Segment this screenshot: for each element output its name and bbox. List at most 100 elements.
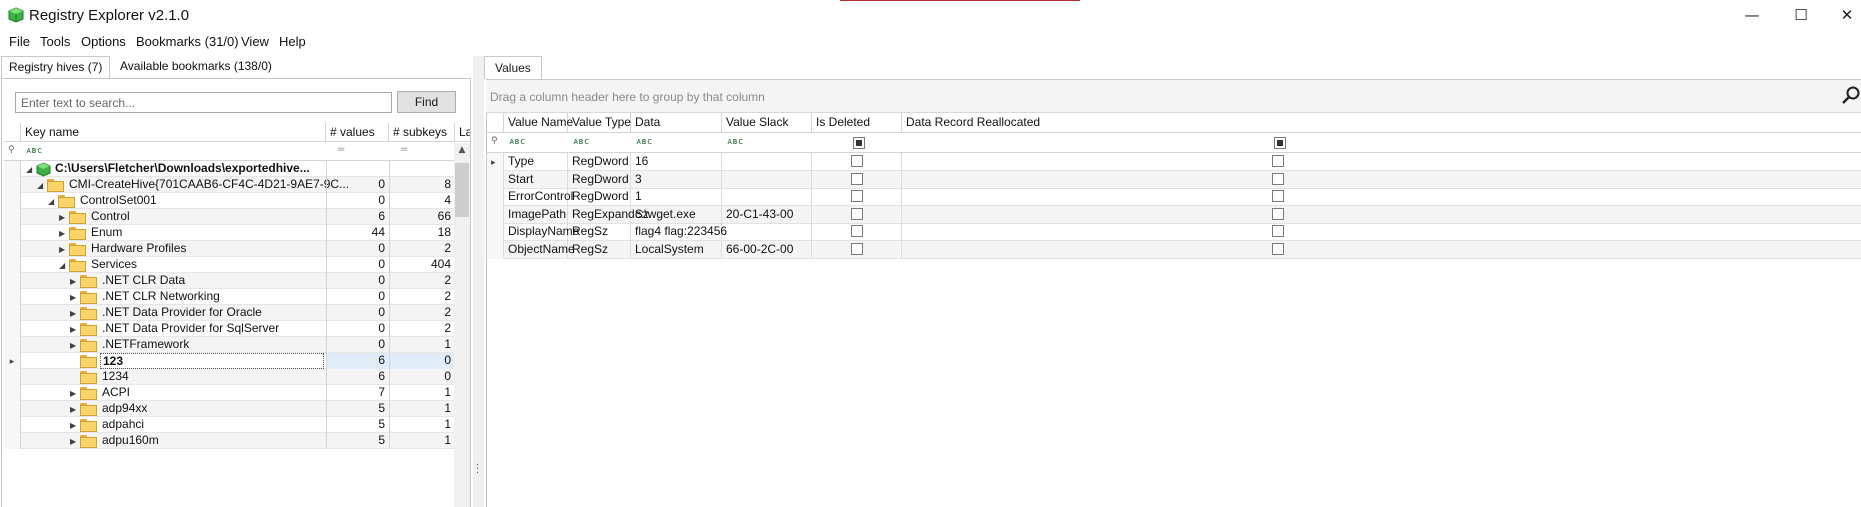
reallocated-checkbox[interactable] xyxy=(1272,207,1284,220)
text-filter-icon[interactable]: ᴀʙc xyxy=(509,137,525,147)
tree-row[interactable]: ▶ Control 6 66 xyxy=(4,209,454,225)
scroll-up-icon[interactable]: ▲ xyxy=(454,145,470,155)
value-row[interactable]: ▸ Type RegDword 16 xyxy=(487,153,1861,171)
expand-arrow-icon[interactable]: ▶ xyxy=(70,277,78,286)
tab-values[interactable]: Values xyxy=(484,56,542,79)
tree-row[interactable]: ▶ .NET CLR Data 0 2 xyxy=(4,273,454,289)
tree-row[interactable]: ▶ Hardware Profiles 0 2 xyxy=(4,241,454,257)
column-value-type[interactable]: Value Type xyxy=(568,113,631,133)
is-deleted-filter-checkbox[interactable] xyxy=(853,137,865,149)
text-filter-icon[interactable]: ᴀʙc xyxy=(26,146,42,156)
row-selector[interactable] xyxy=(4,321,21,337)
tree-vertical-scrollbar[interactable]: ▲ xyxy=(454,143,470,507)
value-row[interactable]: DisplayName RegSz flag4 flag:223456 xyxy=(487,223,1861,242)
row-selector[interactable] xyxy=(487,241,504,259)
is-deleted-checkbox[interactable] xyxy=(851,207,863,220)
is-deleted-checkbox[interactable] xyxy=(851,155,863,167)
equals-filter-icon[interactable]: = xyxy=(400,144,408,155)
expand-arrow-icon[interactable]: ▶ xyxy=(70,293,78,302)
row-selector[interactable] xyxy=(4,433,21,449)
row-selector[interactable] xyxy=(4,417,21,433)
is-deleted-checkbox[interactable] xyxy=(851,190,863,203)
expand-arrow-icon[interactable]: ▶ xyxy=(59,213,67,222)
expand-arrow-icon[interactable]: ▶ xyxy=(59,245,67,254)
maximize-button[interactable]: ☐ xyxy=(1778,0,1824,31)
is-deleted-checkbox[interactable] xyxy=(851,243,863,255)
row-selector[interactable] xyxy=(4,385,21,401)
row-selector[interactable] xyxy=(4,241,21,257)
tree-row[interactable]: ◢ ControlSet001 0 4 xyxy=(4,193,454,209)
column-value-name[interactable]: Value Name xyxy=(504,113,573,133)
row-selector[interactable] xyxy=(4,193,21,209)
column-data[interactable]: Data xyxy=(631,113,722,133)
column-key-name[interactable]: Key name xyxy=(21,123,326,142)
tree-row[interactable]: ▶ adpu160m 5 1 xyxy=(4,433,454,449)
search-input[interactable] xyxy=(15,92,392,113)
reallocated-checkbox[interactable] xyxy=(1272,172,1284,185)
is-deleted-checkbox[interactable] xyxy=(851,172,863,185)
row-selector[interactable] xyxy=(487,223,504,242)
value-row[interactable]: ErrorControl RegDword 1 xyxy=(487,188,1861,207)
expand-arrow-icon[interactable]: ▶ xyxy=(70,437,78,446)
column-is-deleted[interactable]: Is Deleted xyxy=(812,113,902,133)
expand-arrow-icon[interactable]: ▶ xyxy=(59,229,67,238)
menu-file[interactable]: File xyxy=(9,34,30,49)
row-selector[interactable] xyxy=(4,337,21,353)
collapse-arrow-icon[interactable]: ◢ xyxy=(26,165,34,174)
row-selector[interactable] xyxy=(4,273,21,289)
tab-registry-hives[interactable]: Registry hives (7) xyxy=(1,56,111,78)
row-selector[interactable] xyxy=(4,177,21,193)
expand-arrow-icon[interactable]: ▶ xyxy=(70,389,78,398)
tree-row[interactable]: ▶ .NETFramework 0 1 xyxy=(4,337,454,353)
row-selector[interactable]: ▸ xyxy=(4,353,21,369)
text-filter-icon[interactable]: ᴀʙc xyxy=(727,137,743,147)
tree-row[interactable]: ▶ adp94xx 5 1 xyxy=(4,401,454,417)
reallocated-checkbox[interactable] xyxy=(1272,155,1284,167)
reallocated-checkbox[interactable] xyxy=(1272,225,1284,238)
splitter-grip-icon[interactable]: · · · xyxy=(476,461,479,479)
reallocated-checkbox[interactable] xyxy=(1272,243,1284,255)
expand-arrow-icon[interactable]: ▶ xyxy=(70,341,78,350)
collapse-arrow-icon[interactable]: ◢ xyxy=(59,261,67,270)
menu-options[interactable]: Options xyxy=(81,34,126,49)
row-selector[interactable] xyxy=(4,209,21,225)
reallocated-checkbox[interactable] xyxy=(1272,190,1284,203)
row-selector[interactable]: ▸ xyxy=(487,153,504,171)
menu-help[interactable]: Help xyxy=(279,34,306,49)
row-selector[interactable] xyxy=(4,257,21,273)
column-last-write[interactable]: La xyxy=(455,123,470,142)
expand-arrow-icon[interactable]: ▶ xyxy=(70,405,78,414)
collapse-arrow-icon[interactable]: ◢ xyxy=(48,197,56,206)
panel-splitter[interactable]: · · · xyxy=(473,56,484,507)
text-filter-icon[interactable]: ᴀʙc xyxy=(573,137,589,147)
tree-row[interactable]: ◢ CMI-CreateHive{701CAAB6-CF4C-4D21-9AE7-… xyxy=(4,177,454,193)
expand-arrow-icon[interactable]: ▶ xyxy=(70,325,78,334)
column-values-count[interactable]: # values xyxy=(326,123,389,142)
filter-pin-icon[interactable]: ⚲ xyxy=(8,145,15,155)
expand-arrow-icon[interactable]: ▶ xyxy=(70,309,78,318)
tree-row[interactable]: ◢ C:\Users\Fletcher\Downloads\exportedhiv… xyxy=(4,161,454,177)
column-subkeys-count[interactable]: # subkeys xyxy=(389,123,455,142)
filter-pin-icon[interactable]: ⚲ xyxy=(491,136,498,146)
tree-row[interactable]: ◢ Services 0 404 xyxy=(4,257,454,273)
row-selector[interactable] xyxy=(4,289,21,305)
row-selector[interactable] xyxy=(4,161,21,177)
tree-row[interactable]: ▶ .NET Data Provider for Oracle 0 2 xyxy=(4,305,454,321)
row-selector[interactable] xyxy=(4,369,21,385)
menu-tools[interactable]: Tools xyxy=(40,34,70,49)
value-row[interactable]: Start RegDword 3 xyxy=(487,170,1861,189)
column-data-record-reallocated[interactable]: Data Record Reallocated xyxy=(902,113,1861,133)
tree-row[interactable]: ▶ ACPI 7 1 xyxy=(4,385,454,401)
search-icon[interactable] xyxy=(1842,86,1861,105)
tree-row[interactable]: ▶ .NET CLR Networking 0 2 xyxy=(4,289,454,305)
row-selector[interactable] xyxy=(487,170,504,189)
row-selector[interactable] xyxy=(4,401,21,417)
tree-row[interactable]: ▶ adpahci 5 1 xyxy=(4,417,454,433)
menu-view[interactable]: View xyxy=(241,34,269,49)
row-selector[interactable] xyxy=(4,305,21,321)
tree-row[interactable]: ▶ .NET Data Provider for SqlServer 0 2 xyxy=(4,321,454,337)
equals-filter-icon[interactable]: = xyxy=(337,144,345,155)
expand-arrow-icon[interactable]: ▶ xyxy=(70,421,78,430)
row-selector[interactable] xyxy=(4,225,21,241)
text-filter-icon[interactable]: ᴀʙc xyxy=(636,137,652,147)
